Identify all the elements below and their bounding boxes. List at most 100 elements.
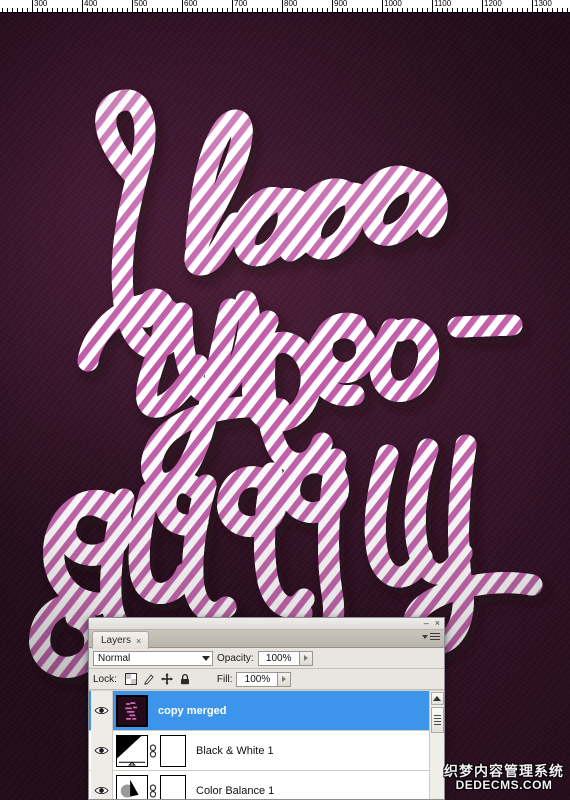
ruler-minor-tick — [212, 8, 213, 12]
layer-thumbnail[interactable] — [116, 734, 148, 767]
lock-all-icon[interactable] — [179, 673, 191, 685]
scroll-up-arrow[interactable] — [430, 692, 444, 705]
ruler-minor-tick — [57, 8, 58, 12]
fill-control[interactable]: 100% — [236, 671, 292, 687]
layer-name: Black & White 1 — [196, 744, 274, 757]
ruler-minor-tick — [7, 8, 8, 12]
ruler-minor-tick — [207, 8, 208, 12]
ruler-minor-tick — [67, 8, 68, 12]
ruler-minor-tick — [502, 8, 503, 12]
ruler-minor-tick — [112, 8, 113, 12]
ruler-minor-tick — [52, 8, 53, 12]
ruler-minor-tick — [217, 8, 218, 12]
layer-thumbnail[interactable] — [116, 774, 148, 799]
layer-thumbnail[interactable] — [116, 694, 148, 727]
scroll-thumb[interactable] — [430, 707, 444, 733]
ruler-minor-tick — [222, 8, 223, 12]
ruler-minor-tick — [407, 8, 408, 12]
ruler-minor-tick — [267, 8, 268, 12]
ruler-minor-tick — [117, 8, 118, 12]
ruler-label: 1200 — [484, 0, 502, 8]
lock-icon-group — [124, 673, 191, 685]
ruler-minor-tick — [372, 8, 373, 12]
chevron-down-icon — [422, 634, 428, 639]
ruler-minor-tick — [2, 8, 3, 12]
opacity-control[interactable]: 100% — [257, 650, 313, 666]
ruler-minor-tick — [477, 8, 478, 12]
ruler-minor-tick — [27, 8, 28, 12]
ruler-minor-tick — [522, 8, 523, 12]
hamburger-icon — [430, 633, 440, 640]
layer-visibility-toggle[interactable] — [91, 691, 113, 731]
lock-transparent-pixels-icon[interactable] — [124, 673, 137, 685]
ruler-minor-tick — [527, 8, 528, 12]
layer-list[interactable]: copy merged Black & White 1 Color Balance … — [89, 691, 444, 799]
layer-mask-thumbnail[interactable] — [160, 734, 186, 767]
panel-menu-icon[interactable] — [422, 633, 440, 640]
ruler-minor-tick — [452, 8, 453, 12]
ruler-minor-tick — [312, 8, 313, 12]
ruler-label: 300 — [34, 0, 48, 8]
ruler-minor-tick — [157, 8, 158, 12]
table-row[interactable]: copy merged — [89, 691, 429, 731]
link-icon[interactable] — [148, 783, 158, 798]
eye-icon — [94, 706, 109, 715]
ruler-label: 500 — [134, 0, 148, 8]
opacity-label: Opacity: — [217, 652, 254, 664]
opacity-input[interactable]: 100% — [257, 650, 300, 666]
ruler-minor-tick — [377, 8, 378, 12]
fill-stepper[interactable] — [278, 671, 292, 687]
blend-mode-select[interactable]: Normal — [93, 650, 213, 666]
ruler-minor-tick — [462, 8, 463, 12]
lock-position-icon[interactable] — [161, 673, 173, 685]
watermark: 织梦内容管理系统 DEDECMS.COM — [444, 765, 564, 792]
ruler-minor-tick — [352, 8, 353, 12]
ruler-minor-tick — [507, 8, 508, 12]
opacity-stepper[interactable] — [299, 650, 313, 666]
ruler-minor-tick — [257, 8, 258, 12]
ruler-label: 700 — [234, 0, 248, 8]
link-icon[interactable] — [148, 743, 158, 758]
fill-label: Fill: — [216, 673, 233, 685]
lock-fill-row: Lock: Fill: 100% — [89, 669, 444, 690]
layer-visibility-toggle[interactable] — [91, 730, 113, 771]
panel-titlebar[interactable]: – × — [89, 618, 444, 630]
blend-opacity-row: Normal Opacity: 100% — [89, 648, 444, 669]
ruler-label: 1300 — [534, 0, 552, 8]
ruler-minor-tick — [172, 8, 173, 12]
close-icon[interactable]: × — [435, 618, 440, 628]
minimize-icon[interactable]: – — [424, 618, 429, 628]
ruler-minor-tick — [152, 8, 153, 12]
layers-panel[interactable]: – × Layers × Normal Opacity: 100% Lock: — [88, 617, 445, 800]
table-row[interactable]: Color Balance 1 — [89, 770, 429, 799]
fill-input[interactable]: 100% — [236, 671, 279, 687]
lock-image-pixels-icon[interactable] — [143, 673, 155, 685]
layer-name: copy merged — [158, 704, 227, 717]
ruler-minor-tick — [12, 8, 13, 12]
tab-layers-label: Layers — [101, 635, 132, 646]
ruler-minor-tick — [357, 8, 358, 12]
ruler-minor-tick — [62, 8, 63, 12]
layer-name: Color Balance 1 — [196, 784, 275, 797]
ruler-minor-tick — [307, 8, 308, 12]
ruler-minor-tick — [457, 8, 458, 12]
ruler-minor-tick — [367, 8, 368, 12]
tab-layers[interactable]: Layers × — [92, 631, 150, 649]
layers-scrollbar[interactable] — [429, 691, 444, 799]
horizontal-ruler[interactable]: 300 400 500 600 700 800 900 1000 1100 1200 1300 — [0, 0, 570, 13]
layer-rows[interactable]: copy merged Black & White 1 Color Balance … — [89, 691, 429, 799]
blend-mode-value: Normal — [98, 652, 131, 664]
ruler-minor-tick — [512, 8, 513, 12]
layer-visibility-toggle[interactable] — [91, 770, 113, 799]
ruler-minor-tick — [362, 8, 363, 12]
ruler-minor-tick — [202, 8, 203, 12]
ruler-label: 1100 — [434, 0, 452, 8]
layer-mask-thumbnail[interactable] — [160, 774, 186, 799]
table-row[interactable]: Black & White 1 — [89, 730, 429, 771]
eye-icon — [94, 786, 109, 795]
ruler-minor-tick — [302, 8, 303, 12]
ruler-label: 600 — [184, 0, 198, 8]
tab-close-icon[interactable]: × — [136, 636, 141, 646]
ruler-minor-tick — [122, 8, 123, 12]
ruler-label: 400 — [84, 0, 98, 8]
